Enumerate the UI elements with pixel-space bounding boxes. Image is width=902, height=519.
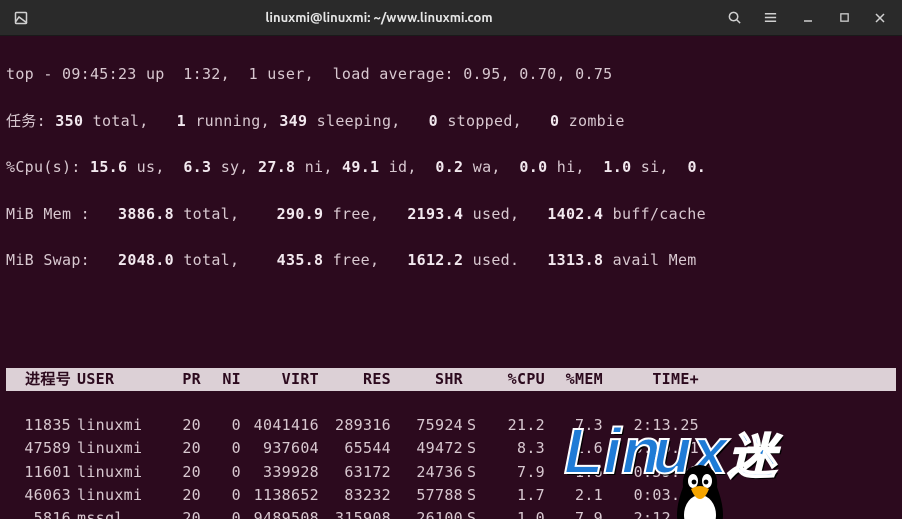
cell-st: S <box>463 507 485 519</box>
cell-cpu: 8.3 <box>485 437 545 460</box>
col-pr: PR <box>153 368 201 391</box>
cell-pid: 11601 <box>6 461 77 484</box>
swap-line: MiB Swap: 2048.0 total, 435.8 free, 1612… <box>6 249 896 272</box>
cell-shr: 26100 <box>391 507 463 519</box>
mem-line: MiB Mem : 3886.8 total, 290.9 free, 2193… <box>6 203 896 226</box>
cell-st: S <box>463 437 485 460</box>
window-title: linuxmi@linuxmi: ~/www.linuxmi.com <box>42 11 716 25</box>
cell-time: 0:00.41 <box>603 437 699 460</box>
cell-res: 63172 <box>319 461 391 484</box>
cell-pid: 11835 <box>6 414 77 437</box>
cell-mem: 2.1 <box>545 484 603 507</box>
table-row: 46063linuxmi20011386528323257788S1.72.10… <box>6 484 896 507</box>
cell-res: 315908 <box>319 507 391 519</box>
minimize-icon <box>802 12 814 24</box>
maximize-icon <box>839 12 850 23</box>
cell-cpu: 1.7 <box>485 484 545 507</box>
search-button[interactable] <box>716 4 752 32</box>
cell-pid: 47589 <box>6 437 77 460</box>
col-pid: 进程号 <box>6 368 77 391</box>
col-st <box>463 368 485 391</box>
cell-virt: 9489508 <box>241 507 319 519</box>
cell-ni: 0 <box>201 414 241 437</box>
cell-st: S <box>463 414 485 437</box>
cell-pr: 20 <box>153 437 201 460</box>
table-row: 5816mssql200948950831590826100S1.07.92:1… <box>6 507 896 519</box>
cell-mem: 7.3 <box>545 414 603 437</box>
new-tab-icon <box>13 10 29 26</box>
cell-mem: 1.6 <box>545 437 603 460</box>
cell-pr: 20 <box>153 461 201 484</box>
hamburger-icon <box>763 10 778 25</box>
cell-user: linuxmi <box>77 484 153 507</box>
cpu-line: %Cpu(s): 15.6 us, 6.3 sy, 27.8 ni, 49.1 … <box>6 156 896 179</box>
cell-mem: 1.6 <box>545 461 603 484</box>
cell-ni: 0 <box>201 461 241 484</box>
cell-ni: 0 <box>201 437 241 460</box>
cell-cpu: 1.0 <box>485 507 545 519</box>
search-icon <box>727 10 742 25</box>
cell-cpu: 7.9 <box>485 461 545 484</box>
cell-user: mssql <box>77 507 153 519</box>
col-shr: SHR <box>391 368 463 391</box>
cell-cpu: 21.2 <box>485 414 545 437</box>
cell-ni: 0 <box>201 507 241 519</box>
cell-time: 0:59.49 <box>603 461 699 484</box>
titlebar: linuxmi@linuxmi: ~/www.linuxmi.com <box>0 0 902 36</box>
cell-user: linuxmi <box>77 414 153 437</box>
cell-mem: 7.9 <box>545 507 603 519</box>
cell-time: 2:13.25 <box>603 414 699 437</box>
cell-shr: 49472 <box>391 437 463 460</box>
cell-virt: 1138652 <box>241 484 319 507</box>
cell-user: linuxmi <box>77 437 153 460</box>
cell-pid: 46063 <box>6 484 77 507</box>
cell-pid: 5816 <box>6 507 77 519</box>
col-ni: NI <box>201 368 241 391</box>
close-icon <box>874 12 886 24</box>
col-user: USER <box>77 368 153 391</box>
cell-shr: 75924 <box>391 414 463 437</box>
cell-pr: 20 <box>153 414 201 437</box>
cell-shr: 24736 <box>391 461 463 484</box>
new-tab-button[interactable] <box>0 10 42 26</box>
col-mem: %MEM <box>545 368 603 391</box>
cell-pr: 20 <box>153 484 201 507</box>
close-button[interactable] <box>864 4 896 32</box>
table-row: 11835linuxmi200404141628931675924S21.27.… <box>6 414 896 437</box>
table-row: 11601linuxmi2003399286317224736S7.91.60:… <box>6 461 896 484</box>
cell-res: 65544 <box>319 437 391 460</box>
tasks-line: 任务: 350 total, 1 running, 349 sleeping, … <box>6 110 896 133</box>
cell-pr: 20 <box>153 507 201 519</box>
cell-res: 83232 <box>319 484 391 507</box>
cell-shr: 57788 <box>391 484 463 507</box>
cell-time: 2:12.15 <box>603 507 699 519</box>
terminal-window: linuxmi@linuxmi: ~/www.linuxmi.com <box>0 0 902 519</box>
menu-button[interactable] <box>752 4 788 32</box>
col-time: TIME+ <box>603 368 699 391</box>
cell-res: 289316 <box>319 414 391 437</box>
cell-virt: 937604 <box>241 437 319 460</box>
table-header: 进程号 USER PR NI VIRT RES SHR %CPU %MEM TI… <box>6 368 896 391</box>
cell-virt: 339928 <box>241 461 319 484</box>
col-virt: VIRT <box>241 368 319 391</box>
cell-time: 0:03.19 <box>603 484 699 507</box>
col-res: RES <box>319 368 391 391</box>
col-cpu: %CPU <box>485 368 545 391</box>
process-table: 进程号 USER PR NI VIRT RES SHR %CPU %MEM TI… <box>6 344 896 519</box>
cell-ni: 0 <box>201 484 241 507</box>
cell-virt: 4041416 <box>241 414 319 437</box>
terminal-output[interactable]: top - 09:45:23 up 1:32, 1 user, load ave… <box>0 36 902 519</box>
maximize-button[interactable] <box>828 4 860 32</box>
top-uptime-line: top - 09:45:23 up 1:32, 1 user, load ave… <box>6 63 896 86</box>
cell-st: S <box>463 484 485 507</box>
minimize-button[interactable] <box>792 4 824 32</box>
table-row: 47589linuxmi2009376046554449472S8.31.60:… <box>6 437 896 460</box>
cell-st: S <box>463 461 485 484</box>
cell-user: linuxmi <box>77 461 153 484</box>
